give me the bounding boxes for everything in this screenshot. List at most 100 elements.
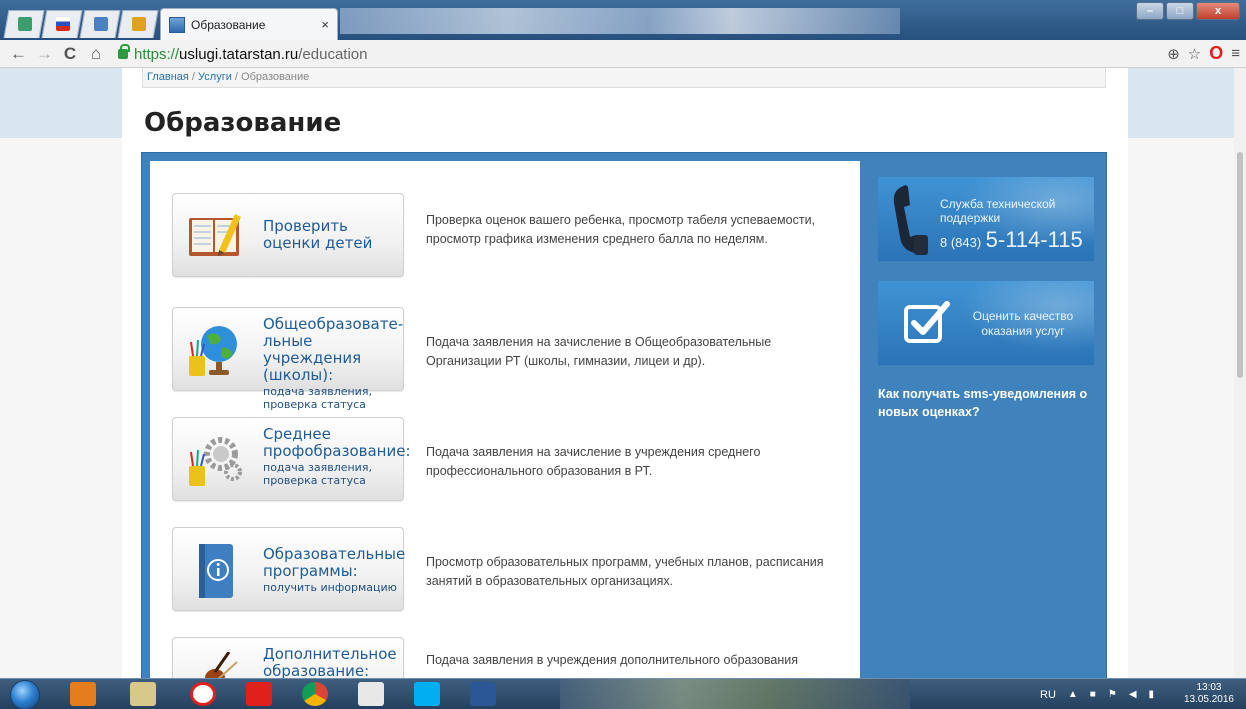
- service-description-schools: Подача заявления на зачисление в Общеобр…: [426, 335, 772, 368]
- maximize-button[interactable]: □: [1166, 2, 1194, 20]
- support-phone-number: 5-114-115: [985, 227, 1083, 252]
- action-center-flag-icon[interactable]: ⚑: [1108, 689, 1117, 700]
- header-band-left: [0, 68, 122, 138]
- service-description-grades: Проверка оценок вашего ребенка, просмотр…: [426, 213, 816, 246]
- browser-toolbar: ← → C ⌂ https://uslugi.tatarstan.ru/educ…: [0, 40, 1246, 68]
- address-bar[interactable]: https://uslugi.tatarstan.ru/education: [118, 43, 1118, 65]
- yandex-icon[interactable]: [246, 682, 272, 706]
- breadcrumb-current: Образование: [241, 71, 310, 83]
- page-scrollbar[interactable]: [1234, 68, 1246, 678]
- clock-time: 13:03: [1196, 682, 1222, 693]
- service-description-additional: Подача заявления в учреждения дополнител…: [426, 653, 799, 667]
- service-button-schools[interactable]: Общеобразовате-льные учреждения (школы):…: [172, 307, 404, 411]
- services-panel: Проверить оценки детей Проверка оценок в…: [141, 152, 1107, 678]
- minimize-button[interactable]: –: [1136, 2, 1164, 20]
- url-path: /education: [298, 45, 368, 63]
- battery-icon[interactable]: ▮: [1149, 689, 1155, 700]
- pinned-tab-4[interactable]: [117, 10, 159, 38]
- page-content: Главная / Услуги / Образование Образован…: [122, 68, 1128, 678]
- browser-tab-strip: Образование × – □ x: [0, 0, 1246, 40]
- service-title-vocational: Среднее профобразование: подача заявлени…: [263, 426, 411, 488]
- forward-arrow-icon[interactable]: →: [36, 44, 53, 64]
- site-favicon-icon: [169, 16, 185, 33]
- service-subtitle: подача заявления, проверка статуса: [263, 461, 372, 487]
- rate-quality-title: Оценить качество оказания услуг: [972, 309, 1074, 338]
- yandex-browser-icon[interactable]: [190, 682, 216, 706]
- skype-icon[interactable]: [414, 682, 440, 706]
- service-item-additional: Дополнительное образование: Подача заявл…: [172, 637, 872, 678]
- show-hidden-icons-icon[interactable]: ▲: [1068, 689, 1078, 700]
- file-explorer-icon[interactable]: [130, 682, 156, 706]
- service-item-vocational: Среднее профобразование: подача заявлени…: [172, 417, 872, 503]
- checkbox-check-icon: [904, 301, 950, 343]
- taskbar-blurred-background: [560, 679, 910, 709]
- pinned-tab-2[interactable]: [41, 10, 83, 38]
- home-icon[interactable]: ⌂: [88, 44, 104, 64]
- service-description-programs: Просмотр образовательных программ, учебн…: [426, 555, 824, 588]
- info-book-icon: [199, 544, 233, 598]
- opera-extension-icon[interactable]: O: [1209, 43, 1223, 64]
- service-title-programs: Образовательные программы: получить инфо…: [263, 545, 406, 595]
- service-title-text: Дополнительное образование:: [263, 645, 397, 679]
- url-scheme: https://: [134, 45, 180, 63]
- chrome-icon[interactable]: [302, 682, 328, 706]
- breadcrumb-separator: /: [188, 71, 199, 83]
- toolbar-right-icons: ⊕ ☆ O ≡: [1167, 43, 1240, 64]
- zoom-icon[interactable]: ⊕: [1167, 45, 1180, 63]
- volume-icon[interactable]: ◀: [1129, 689, 1137, 700]
- browser-menu-icon[interactable]: ≡: [1231, 45, 1240, 62]
- network-icon[interactable]: ■: [1090, 689, 1096, 700]
- bookmark-star-icon[interactable]: ☆: [1188, 45, 1201, 63]
- start-button[interactable]: [10, 680, 40, 709]
- window-controls: – □ x: [1136, 2, 1240, 20]
- pinned-tab-1[interactable]: [3, 10, 45, 38]
- service-title-text: Образовательные программы:: [263, 545, 406, 580]
- scrollbar-thumb[interactable]: [1237, 152, 1243, 378]
- pinned-tab-3[interactable]: [79, 10, 121, 38]
- service-title-text: Общеобразовате-льные учреждения (школы):: [263, 315, 404, 384]
- service-subtitle: получить информацию: [263, 581, 397, 594]
- globe-icon: [189, 326, 237, 376]
- tab-education[interactable]: Образование ×: [160, 8, 338, 40]
- language-indicator[interactable]: RU: [1040, 689, 1056, 701]
- service-button-additional[interactable]: Дополнительное образование:: [172, 637, 404, 678]
- rate-quality-banner[interactable]: Оценить качество оказания услуг: [878, 281, 1094, 365]
- service-button-grades[interactable]: Проверить оценки детей: [172, 193, 404, 277]
- service-title-grades: Проверить оценки детей: [263, 218, 405, 252]
- service-subtitle: подача заявления, проверка статуса: [263, 385, 372, 411]
- breadcrumb-home-link[interactable]: Главная: [147, 71, 189, 83]
- page-title: Образование: [144, 108, 342, 138]
- violin-icon: [205, 652, 238, 678]
- tab-close-icon[interactable]: ×: [321, 17, 329, 32]
- window-close-button[interactable]: x: [1196, 2, 1240, 20]
- windows-taskbar: RU ▲ ■ ⚑ ◀ ▮ 13:03 13.05.2016: [0, 678, 1246, 709]
- tab-title: Образование: [191, 17, 266, 32]
- taskbar-clock[interactable]: 13:03 13.05.2016: [1184, 682, 1234, 706]
- word-icon[interactable]: [470, 682, 496, 706]
- support-phone-code: 8 (843): [940, 235, 982, 250]
- sms-notifications-link[interactable]: Как получать sms-уведомления о новых оце…: [878, 385, 1100, 421]
- blurred-background-tabs: [340, 8, 900, 34]
- service-item-grades: Проверить оценки детей Проверка оценок в…: [172, 193, 872, 279]
- reload-icon[interactable]: C: [62, 44, 78, 64]
- panel-sidebar: Служба технической поддержки 8 (843) 5-1…: [864, 153, 1106, 678]
- breadcrumb-separator: /: [231, 71, 242, 83]
- media-player-icon[interactable]: [70, 682, 96, 706]
- service-title-schools: Общеобразовате-льные учреждения (школы):…: [263, 315, 405, 412]
- service-button-programs[interactable]: Образовательные программы: получить инфо…: [172, 527, 406, 611]
- flag-icon: [56, 17, 70, 31]
- service-button-vocational[interactable]: Среднее профобразование: подача заявлени…: [172, 417, 411, 501]
- support-title: Служба технической поддержки: [940, 197, 1056, 225]
- service-title-additional: Дополнительное образование:: [263, 645, 405, 679]
- navigation-app-icon[interactable]: [358, 682, 384, 706]
- phone-handset-icon: [893, 185, 928, 255]
- lock-icon: [118, 44, 130, 59]
- back-arrow-icon[interactable]: ←: [10, 44, 27, 64]
- pinned-tab-icon: [132, 17, 146, 31]
- clock-date: 13.05.2016: [1183, 694, 1234, 705]
- service-title-text: Среднее профобразование:: [263, 425, 411, 460]
- support-banner[interactable]: Служба технической поддержки 8 (843) 5-1…: [878, 177, 1094, 261]
- service-description-vocational: Подача заявления на зачисление в учрежде…: [426, 445, 761, 478]
- breadcrumb-services-link[interactable]: Услуги: [198, 71, 232, 83]
- support-phone: 8 (843) 5-114-115: [940, 227, 1083, 253]
